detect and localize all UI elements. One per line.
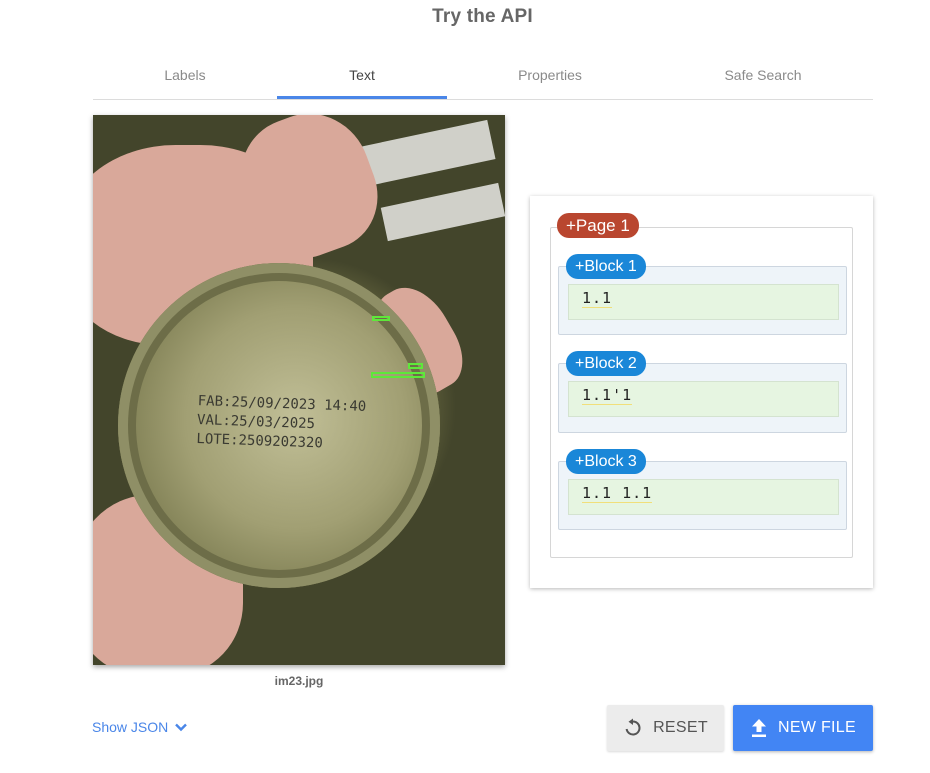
refresh-icon — [623, 718, 643, 738]
tab-text[interactable]: Text — [277, 57, 447, 99]
page-toggle[interactable]: +Page 1 — [557, 213, 639, 238]
reset-label: RESET — [653, 719, 708, 736]
upload-icon — [750, 718, 768, 738]
text-results-card: +Page 1 1.1 +Block 1 1.1'1 +Block 2 1.1 … — [530, 196, 873, 588]
shelf-box — [380, 182, 505, 242]
new-file-button[interactable]: NEW FILE — [733, 705, 873, 751]
active-tab-indicator — [277, 96, 447, 99]
block-toggle-2[interactable]: +Block 2 — [566, 351, 646, 376]
tab-properties[interactable]: Properties — [447, 57, 653, 99]
reset-button[interactable]: RESET — [607, 705, 724, 751]
tab-safe-search[interactable]: Safe Search — [653, 57, 873, 99]
line-text: 1.1'1 — [568, 381, 839, 417]
tab-bar: Labels Text Properties Safe Search — [93, 57, 873, 100]
uploaded-image: FAB:25/09/2023 14:40 VAL:25/03/2025 LOTE… — [93, 115, 505, 665]
tab-labels[interactable]: Labels — [93, 57, 277, 99]
line-text: 1.1 — [568, 284, 839, 320]
show-json-toggle[interactable]: Show JSON — [92, 719, 188, 737]
image-filename: im23.jpg — [274, 674, 324, 688]
text-bounding-box — [408, 363, 423, 369]
page-title: Try the API — [432, 6, 533, 27]
word-text: 1.1 — [582, 289, 613, 308]
word-text: 1.1'1 — [582, 386, 633, 405]
show-json-label: Show JSON — [92, 719, 169, 735]
chevron-down-icon — [174, 720, 188, 737]
block-toggle-1[interactable]: +Block 1 — [566, 254, 646, 279]
text-bounding-box — [371, 372, 425, 378]
word-text: 1.1 1.1 — [582, 484, 653, 503]
new-file-label: NEW FILE — [778, 719, 856, 736]
block-toggle-3[interactable]: +Block 3 — [566, 449, 646, 474]
text-bounding-box — [372, 316, 390, 321]
line-text: 1.1 1.1 — [568, 479, 839, 515]
lid-printed-text: FAB:25/09/2023 14:40 VAL:25/03/2025 LOTE… — [196, 393, 367, 452]
